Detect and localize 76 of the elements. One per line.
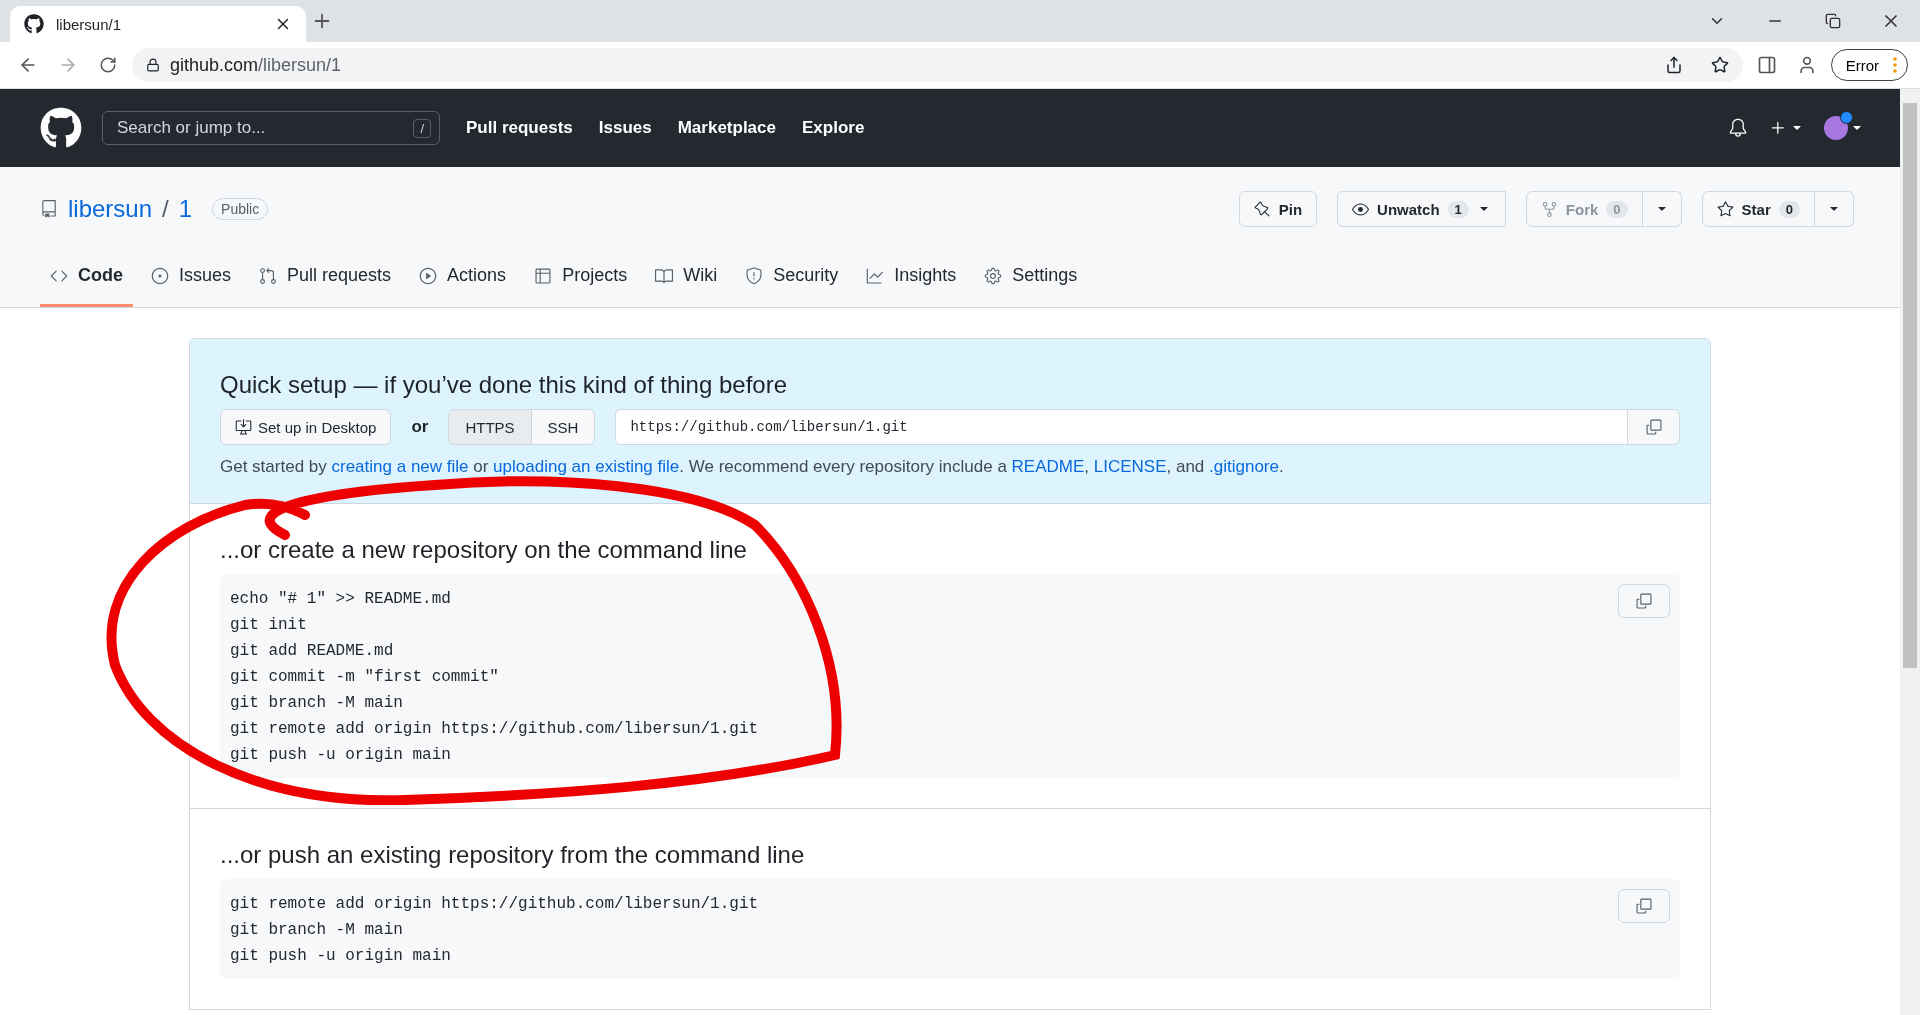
eye-icon bbox=[1352, 200, 1370, 218]
bell-icon[interactable] bbox=[1728, 118, 1748, 138]
protocol-toggle[interactable]: HTTPS bbox=[448, 409, 532, 445]
pull-request-icon bbox=[259, 266, 278, 285]
search-field[interactable]: Search or jump to... / bbox=[102, 111, 440, 145]
profile-error-button[interactable]: Error bbox=[1830, 49, 1908, 81]
code-line: git push -u origin main bbox=[230, 745, 451, 766]
repo-name-link[interactable]: 1 bbox=[178, 195, 193, 223]
or-label: or bbox=[411, 417, 429, 437]
copy-icon bbox=[1644, 418, 1663, 436]
header-nav-link[interactable]: Pull requests bbox=[466, 118, 573, 138]
help-text: Get started by creating a new file or uploading an existing file. We recommend every repository include a README, LICENSE, and .gitignore. bbox=[220, 457, 1285, 477]
notification-dot bbox=[1840, 111, 1853, 124]
code-line: git init bbox=[230, 615, 307, 636]
fork-icon bbox=[1540, 200, 1558, 218]
protocol-toggle[interactable]: SSH bbox=[531, 409, 596, 445]
repo-tab[interactable]: Settings bbox=[974, 257, 1088, 307]
pin-button[interactable]: Pin bbox=[1238, 191, 1318, 227]
address-bar[interactable]: github.com/libersun/1 bbox=[132, 48, 1743, 82]
code-line: git remote add origin https://github.com/libersun/1.git bbox=[230, 894, 759, 915]
clone-url-field[interactable]: https://github.com/libersun/1.git bbox=[615, 409, 1628, 445]
play-icon bbox=[419, 266, 438, 285]
more-dots-icon bbox=[1893, 57, 1897, 73]
set-up-in-desktop-button[interactable]: Set up in Desktop bbox=[220, 409, 392, 445]
repo-owner-link[interactable]: libersun bbox=[68, 195, 153, 223]
pin-icon bbox=[1253, 200, 1271, 218]
share-icon[interactable] bbox=[1664, 56, 1683, 74]
desktop-download-icon bbox=[235, 418, 252, 436]
shield-icon bbox=[745, 266, 764, 285]
path-separator: / bbox=[162, 195, 169, 223]
code-line: git remote add origin https://github.com/libersun/1.git bbox=[230, 719, 759, 740]
code-line: git add README.md bbox=[230, 641, 394, 662]
copy-button[interactable] bbox=[1618, 584, 1670, 618]
repo-tab[interactable]: Wiki bbox=[645, 257, 728, 307]
header-nav-link[interactable]: Marketplace bbox=[677, 118, 776, 138]
repo-tab[interactable]: Pull requests bbox=[249, 257, 402, 307]
code-line: echo "# 1" >> README.md bbox=[230, 589, 451, 610]
lock-icon bbox=[146, 58, 160, 72]
repo-tab[interactable]: Projects bbox=[524, 257, 638, 307]
help-link[interactable]: README bbox=[1011, 457, 1085, 476]
browser-tab[interactable]: libersun/1 bbox=[10, 6, 306, 42]
watch-button[interactable]: Unwatch 1 bbox=[1337, 191, 1506, 227]
repo-icon bbox=[40, 200, 58, 218]
repo-tab[interactable]: Security bbox=[735, 257, 849, 307]
code-line: git branch -M main bbox=[230, 693, 403, 714]
code-line: git branch -M main bbox=[230, 920, 403, 941]
book-icon bbox=[655, 266, 674, 285]
help-link[interactable]: .gitignore bbox=[1209, 457, 1279, 476]
copy-button[interactable] bbox=[1628, 409, 1680, 445]
repo-tab[interactable]: Insights bbox=[856, 257, 967, 307]
section-heading: ...or create a new repository on the command line bbox=[220, 536, 748, 564]
help-link[interactable]: creating a new file bbox=[331, 457, 469, 476]
star-icon bbox=[1716, 200, 1734, 218]
issue-icon bbox=[151, 266, 169, 285]
repo-tab[interactable]: Code bbox=[40, 257, 133, 307]
help-link[interactable]: uploading an existing file bbox=[493, 457, 680, 476]
copy-button[interactable] bbox=[1618, 889, 1670, 923]
star-button[interactable]: Star 0 bbox=[1701, 191, 1815, 227]
copy-icon bbox=[1635, 897, 1653, 915]
keyboard-shortcut: / bbox=[413, 118, 431, 138]
code-line: git commit -m "first commit" bbox=[230, 667, 499, 688]
repo-tab[interactable]: Actions bbox=[409, 257, 517, 307]
repo-tab[interactable]: Issues bbox=[141, 257, 242, 307]
graph-icon bbox=[866, 266, 885, 285]
github-logo-icon[interactable] bbox=[40, 107, 82, 149]
star-icon[interactable] bbox=[1710, 56, 1729, 74]
help-link[interactable]: LICENSE bbox=[1093, 457, 1167, 476]
header-nav-link[interactable]: Issues bbox=[598, 118, 652, 138]
settings-icon bbox=[984, 266, 1003, 285]
code-line: git push -u origin main bbox=[230, 946, 451, 967]
github-logo-icon bbox=[24, 14, 44, 34]
section-heading: ...or push an existing repository from the command line bbox=[220, 841, 806, 869]
copy-icon bbox=[1635, 592, 1653, 610]
table-icon bbox=[534, 266, 553, 285]
header-nav-link[interactable]: Explore bbox=[802, 118, 865, 138]
section-heading: Quick setup — if you’ve done this kind of thing before bbox=[220, 371, 788, 399]
